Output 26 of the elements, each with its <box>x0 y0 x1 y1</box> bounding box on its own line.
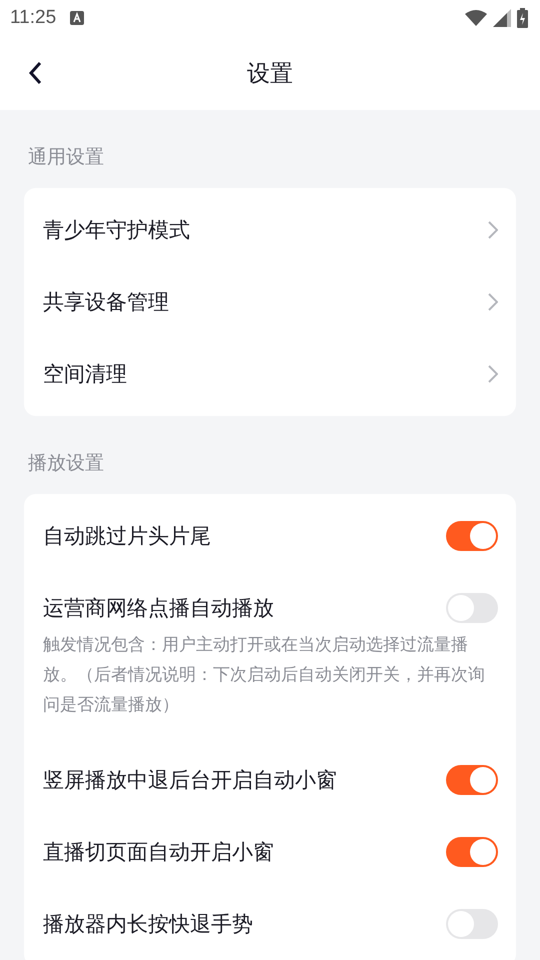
toggle-switch[interactable] <box>446 521 498 551</box>
status-time: 11:25 <box>10 7 56 29</box>
battery-charging-icon <box>517 8 528 28</box>
setting-label: 共享设备管理 <box>43 289 170 316</box>
setting-label: 竖屏播放中退后台开启自动小窗 <box>43 767 338 794</box>
section-title: 播放设置 <box>27 451 105 476</box>
wifi-icon <box>465 10 487 26</box>
toggle-switch[interactable] <box>446 765 498 795</box>
chevron-icon <box>488 293 498 311</box>
chevron-icon <box>488 221 498 239</box>
page-title: 设置 <box>247 60 293 88</box>
toggle-switch[interactable] <box>446 593 498 623</box>
section-title: 通用设置 <box>27 145 105 170</box>
setting-label: 青少年守护模式 <box>43 217 191 244</box>
setting-label: 运营商网络点播自动播放 <box>43 595 275 622</box>
signal-icon <box>493 9 511 27</box>
back-icon[interactable] <box>28 61 42 85</box>
setting-label: 直播切页面自动开启小窗 <box>43 839 275 866</box>
setting-description: 触发情况包含：用户主动打开或在当次启动选择过流量播放。（后者情况说明：下次启动后自动关闭开关，并再次询问是否流量播放） <box>42 634 486 717</box>
setting-label: 播放器内长按快退手势 <box>43 911 254 938</box>
toggle-switch[interactable] <box>446 909 498 939</box>
setting-label: 自动跳过片头片尾 <box>43 523 212 550</box>
setting-label: 空间清理 <box>43 361 128 388</box>
toggle-switch[interactable] <box>446 837 498 867</box>
keyboard-notification-icon <box>70 11 84 25</box>
chevron-icon <box>488 365 498 383</box>
